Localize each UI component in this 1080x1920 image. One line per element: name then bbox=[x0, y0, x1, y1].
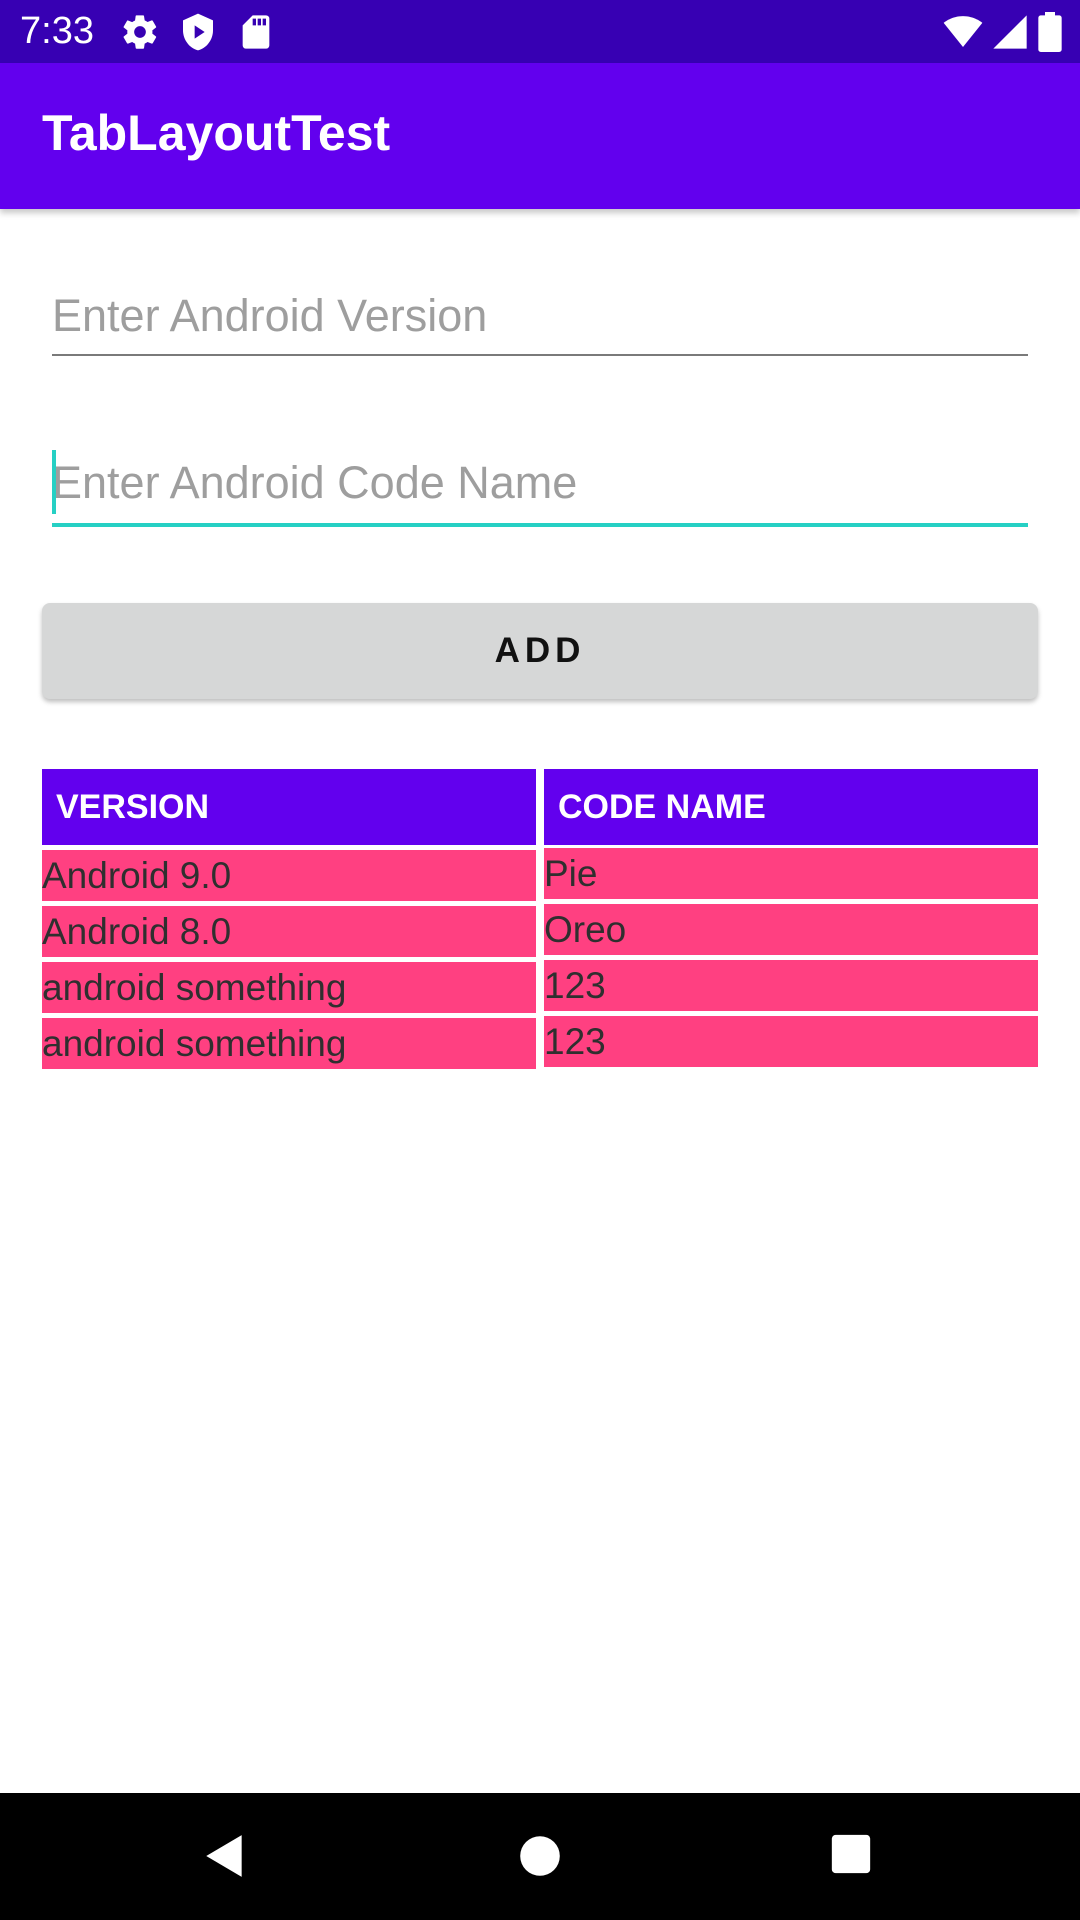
status-time: 7:33 bbox=[20, 10, 94, 52]
recents-icon[interactable] bbox=[828, 1831, 874, 1877]
android-version-input[interactable] bbox=[52, 280, 1028, 352]
wifi-icon bbox=[943, 16, 983, 47]
home-icon[interactable] bbox=[515, 1831, 565, 1881]
battery-icon bbox=[1038, 12, 1062, 52]
navigation-bar bbox=[0, 1793, 1080, 1920]
text-cursor bbox=[52, 450, 56, 514]
sd-card-icon bbox=[242, 15, 270, 49]
table-cell-code-name: 123 bbox=[544, 1016, 1038, 1067]
table-header-version: VERSION bbox=[42, 769, 536, 845]
table-cell-version: android something bbox=[42, 1018, 536, 1069]
add-button[interactable]: ADD bbox=[42, 603, 1038, 699]
table-cell-version: Android 8.0 bbox=[42, 906, 536, 957]
back-icon[interactable] bbox=[200, 1831, 250, 1881]
cell-signal-icon bbox=[993, 15, 1027, 49]
table-cell-code-name: Pie bbox=[544, 848, 1038, 899]
table-cell-version: android something bbox=[42, 962, 536, 1013]
android-version-underline bbox=[52, 354, 1028, 356]
android-code-name-input[interactable] bbox=[52, 447, 1028, 519]
table-cell-code-name: 123 bbox=[544, 960, 1038, 1011]
table-cell-code-name: Oreo bbox=[544, 904, 1038, 955]
gear-icon bbox=[123, 15, 157, 49]
shield-icon bbox=[183, 13, 213, 51]
table-header-code-name: CODE NAME bbox=[544, 769, 1038, 845]
app-title: TabLayoutTest bbox=[42, 105, 391, 161]
table-cell-version: Android 9.0 bbox=[42, 850, 536, 901]
android-code-name-underline bbox=[52, 523, 1028, 527]
status-bar: 7:33 bbox=[0, 0, 1080, 63]
app-bar: TabLayoutTest bbox=[0, 63, 1080, 209]
